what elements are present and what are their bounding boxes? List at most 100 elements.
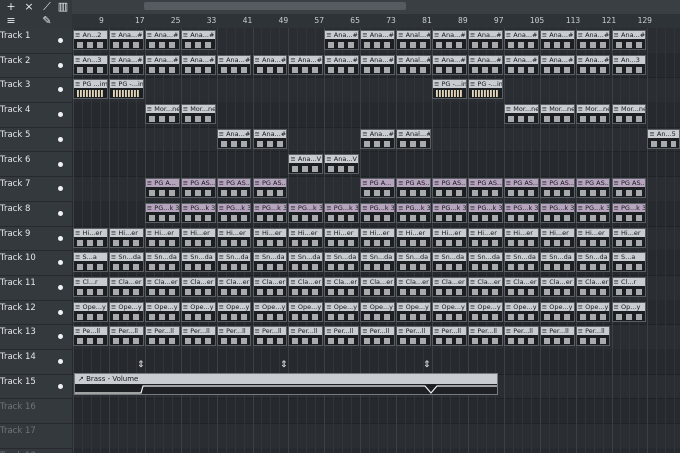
- pattern-clip[interactable]: ≡ Ope...y: [73, 301, 108, 322]
- pattern-clip[interactable]: ≡ Cla...er: [324, 277, 360, 297]
- horizontal-scroll-strip[interactable]: [72, 0, 680, 14]
- pattern-clip[interactable]: ≡ Mor...ne: [611, 104, 647, 125]
- pattern-clip[interactable]: ≡ Ana...#3: [216, 54, 252, 75]
- pattern-clip[interactable]: ≡ An...2: [73, 30, 108, 50]
- pattern-clip[interactable]: ≡ Mor...ne: [575, 104, 611, 125]
- pattern-clip[interactable]: ≡ PG...k 3: [252, 202, 288, 223]
- pattern-clip[interactable]: ≡ Hi...er: [432, 227, 467, 248]
- pattern-clip[interactable]: ≡ Ope...y: [503, 301, 539, 322]
- pattern-clip[interactable]: ≡ Mor...ne: [180, 104, 216, 125]
- pattern-clip[interactable]: ≡ PG A...: [360, 178, 396, 199]
- audio-clip[interactable]: ≡ PG ...im: [73, 79, 108, 100]
- pattern-clip[interactable]: ≡ Per...ll: [216, 326, 252, 347]
- pattern-clip[interactable]: ≡ Per...ll: [288, 326, 324, 347]
- pattern-clip[interactable]: ≡ Hi...er: [575, 227, 611, 248]
- pattern-clip[interactable]: ≡ Sn...da: [503, 252, 539, 273]
- pattern-clip[interactable]: ≡ Sn...da: [144, 252, 180, 273]
- pattern-clip[interactable]: ≡ Anal...#2: [396, 30, 431, 50]
- track-header[interactable]: Track 13: [0, 324, 72, 351]
- pattern-clip[interactable]: ≡ Hi...er: [252, 227, 288, 248]
- pattern-clip[interactable]: ≡ Ana...#2: [575, 30, 611, 50]
- pattern-clip[interactable]: ≡ Per...ll: [539, 326, 575, 347]
- pattern-clip[interactable]: ≡ PG...k 3: [144, 202, 180, 223]
- pattern-clip[interactable]: ≡ Cla...er: [539, 277, 575, 297]
- pattern-clip[interactable]: ≡ Sn...da: [180, 252, 216, 273]
- pattern-clip[interactable]: ≡ Ana...#3: [288, 54, 324, 75]
- pattern-clip[interactable]: ≡ PG AS...F: [467, 178, 503, 199]
- pattern-clip[interactable]: ≡ Ana...V: [324, 153, 360, 174]
- pattern-clip[interactable]: ≡ Ana...#5: [216, 128, 252, 149]
- audio-clip[interactable]: ≡ PG -...im: [432, 79, 467, 100]
- pattern-clip[interactable]: ≡ Sn...da: [108, 252, 144, 273]
- pattern-clip[interactable]: ≡ Cla...er: [467, 277, 503, 297]
- track-header[interactable]: Track 6: [0, 152, 72, 178]
- pattern-clip[interactable]: ≡ Sn...da: [288, 252, 324, 273]
- pattern-clip[interactable]: ≡ Cla...er: [575, 277, 611, 297]
- pattern-clip[interactable]: ≡ Cl...r: [73, 277, 108, 297]
- track-header[interactable]: Track 2: [0, 53, 72, 79]
- pattern-clip[interactable]: ≡ PG AS...F: [216, 178, 252, 199]
- track-enable-dot[interactable]: [58, 359, 63, 365]
- pattern-clip[interactable]: ≡ PG AS...F: [252, 178, 288, 199]
- pattern-clip[interactable]: ≡ Sn...da: [324, 252, 360, 273]
- track-header[interactable]: Track 16: [0, 399, 72, 425]
- pattern-clip[interactable]: ≡ PG...k 3: [611, 202, 647, 223]
- pattern-clip[interactable]: ≡ Per...ll: [360, 326, 396, 347]
- pattern-clip[interactable]: ≡ Hi...er: [180, 227, 216, 248]
- pattern-clip[interactable]: ≡ Sn...da: [252, 252, 288, 273]
- pattern-clip[interactable]: ≡ Ana...#2: [324, 30, 360, 50]
- pattern-clip[interactable]: ≡ Ana...#3: [108, 54, 144, 75]
- track-header[interactable]: Track 12: [0, 300, 72, 326]
- pattern-clip[interactable]: ≡ Hi...er: [144, 227, 180, 248]
- pattern-clip[interactable]: ≡ Cla...er: [432, 277, 467, 297]
- pattern-clip[interactable]: ≡ Mor...ne: [503, 104, 539, 125]
- pattern-clip[interactable]: ≡ Hi...er: [467, 227, 503, 248]
- pattern-clip[interactable]: ≡ Ana...#5: [252, 128, 288, 149]
- pattern-clip[interactable]: ≡ PG AS...F: [180, 178, 216, 199]
- add-icon[interactable]: +: [4, 1, 18, 13]
- pattern-clip[interactable]: ≡ Per...ll: [180, 326, 216, 347]
- track-header[interactable]: Track 17: [0, 423, 72, 449]
- pattern-clip[interactable]: ≡ Op...y: [611, 301, 647, 322]
- automation-point-marker[interactable]: ⇕: [137, 358, 145, 372]
- pattern-clip[interactable]: ≡ Pe...ll: [73, 326, 108, 347]
- pattern-clip[interactable]: ≡ Per...ll: [396, 326, 431, 347]
- pattern-clip[interactable]: ≡ Sn...da: [216, 252, 252, 273]
- pattern-clip[interactable]: ≡ Ana...#2: [108, 30, 144, 50]
- pattern-clip[interactable]: ≡ PG...k 3: [575, 202, 611, 223]
- menu-icon[interactable]: ≡: [4, 15, 18, 27]
- pattern-clip[interactable]: ≡ PG AS...F: [539, 178, 575, 199]
- pattern-clip[interactable]: ≡ Sn...da: [575, 252, 611, 273]
- pattern-clip[interactable]: ≡ Ope...y: [575, 301, 611, 322]
- automation-point-marker[interactable]: ⇕: [280, 358, 288, 372]
- pattern-clip[interactable]: ≡ An...5: [647, 128, 680, 149]
- pattern-clip[interactable]: ≡ Ana...#2: [360, 30, 396, 50]
- pattern-clip[interactable]: ≡ Ana...#5: [360, 128, 396, 149]
- pattern-clip[interactable]: ≡ Anal...#3: [396, 54, 431, 75]
- pattern-clip[interactable]: ≡ PG A...: [144, 178, 180, 199]
- pattern-clip[interactable]: ≡ Ana...#3: [144, 54, 180, 75]
- pattern-clip[interactable]: ≡ Ana...#3: [467, 54, 503, 75]
- track-enable-dot[interactable]: [58, 235, 63, 241]
- pattern-clip[interactable]: ≡ Cla...er: [503, 277, 539, 297]
- pattern-clip[interactable]: ≡ Cla...er: [108, 277, 144, 297]
- pattern-clip[interactable]: ≡ Cla...er: [144, 277, 180, 297]
- pattern-clip[interactable]: ≡ PG...k 3: [324, 202, 360, 223]
- pattern-clip[interactable]: ≡ Ope...y: [216, 301, 252, 322]
- pattern-clip[interactable]: ≡ Anal...#5: [396, 128, 431, 149]
- track-header[interactable]: Track 3: [0, 77, 72, 104]
- pattern-clip[interactable]: ≡ Cla...er: [180, 277, 216, 297]
- pattern-clip[interactable]: ≡ Ope...y: [360, 301, 396, 322]
- pattern-clip[interactable]: ≡ Per...ll: [144, 326, 180, 347]
- pattern-clip[interactable]: ≡ Ana...#3: [252, 54, 288, 75]
- wand-icon[interactable]: ⟋: [40, 1, 54, 13]
- track-header[interactable]: Track 1: [0, 28, 72, 54]
- pattern-clip[interactable]: ≡ Hi...er: [396, 227, 431, 248]
- pattern-clip[interactable]: ≡ Ana...#3: [180, 54, 216, 75]
- pattern-clip[interactable]: ≡ Ana...#2: [539, 30, 575, 50]
- track-enable-dot[interactable]: [58, 112, 63, 118]
- pattern-clip[interactable]: ≡ Hi...er: [216, 227, 252, 248]
- pattern-clip[interactable]: ≡ S...a: [611, 252, 647, 273]
- pattern-clip[interactable]: ≡ Ana...#2: [611, 30, 647, 50]
- pattern-clip[interactable]: ≡ Ope...y: [180, 301, 216, 322]
